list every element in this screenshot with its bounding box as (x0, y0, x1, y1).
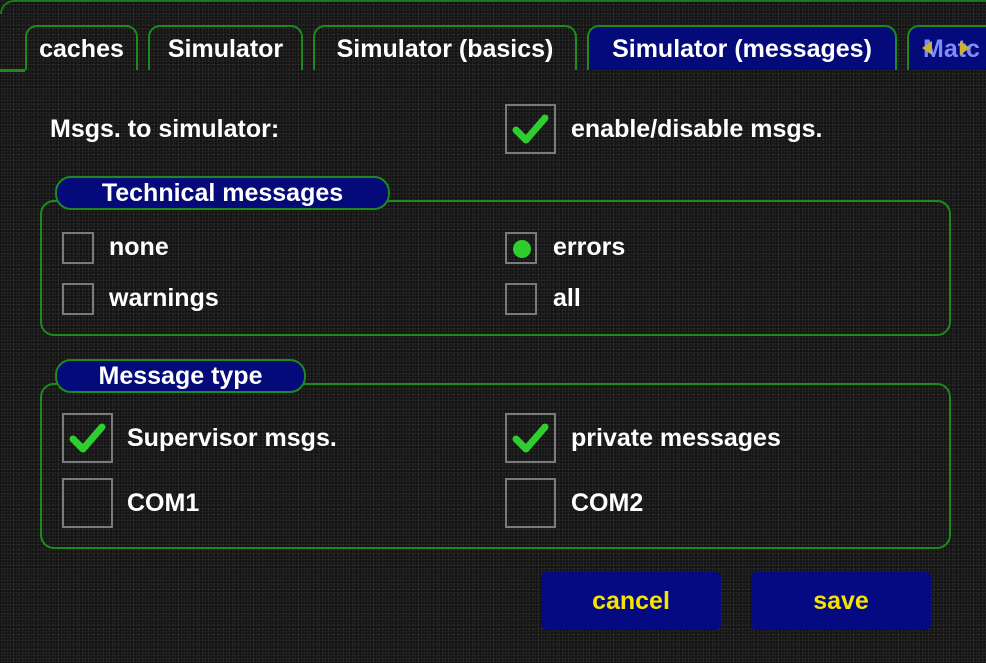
radio-selected-dot (513, 240, 531, 258)
radio-errors-label: errors (553, 233, 626, 261)
checkmark-icon (69, 423, 106, 453)
com2-checkbox[interactable] (505, 478, 556, 528)
com1-checkbox[interactable] (62, 478, 113, 528)
private-messages-checkbox[interactable] (505, 413, 556, 463)
enable-msgs-label: enable/disable msgs. (571, 115, 823, 143)
radio-all-label: all (553, 284, 581, 312)
tab-caches[interactable]: caches (25, 25, 138, 70)
tab-simulator-messages[interactable]: Simulator (messages) (587, 25, 897, 70)
tab-simulator[interactable]: Simulator (148, 25, 303, 70)
tab-scroll-arrows-icon[interactable] (920, 38, 972, 58)
window-frame (0, 0, 986, 14)
com1-label: COM1 (127, 489, 200, 517)
cancel-button[interactable]: cancel (541, 572, 721, 630)
radio-warnings-label: warnings (109, 284, 219, 312)
radio-none[interactable] (62, 232, 94, 264)
message-type-group (40, 383, 951, 549)
radio-none-label: none (109, 233, 169, 261)
save-button[interactable]: save (751, 572, 931, 630)
radio-warnings[interactable] (62, 283, 94, 315)
checkmark-icon (512, 423, 549, 453)
radio-errors[interactable] (505, 232, 537, 264)
tab-strip-line (0, 69, 25, 72)
private-messages-label: private messages (571, 424, 781, 452)
supervisor-msgs-checkbox[interactable] (62, 413, 113, 463)
msgs-to-simulator-label: Msgs. to simulator: (50, 115, 280, 143)
technical-messages-group (40, 200, 951, 336)
enable-msgs-checkbox[interactable] (505, 104, 556, 154)
supervisor-msgs-label: Supervisor msgs. (127, 424, 337, 452)
com2-label: COM2 (571, 489, 644, 517)
checkmark-icon (512, 114, 549, 144)
technical-messages-title: Technical messages (55, 176, 390, 210)
radio-all[interactable] (505, 283, 537, 315)
message-type-title: Message type (55, 359, 306, 393)
tab-simulator-basics[interactable]: Simulator (basics) (313, 25, 577, 70)
